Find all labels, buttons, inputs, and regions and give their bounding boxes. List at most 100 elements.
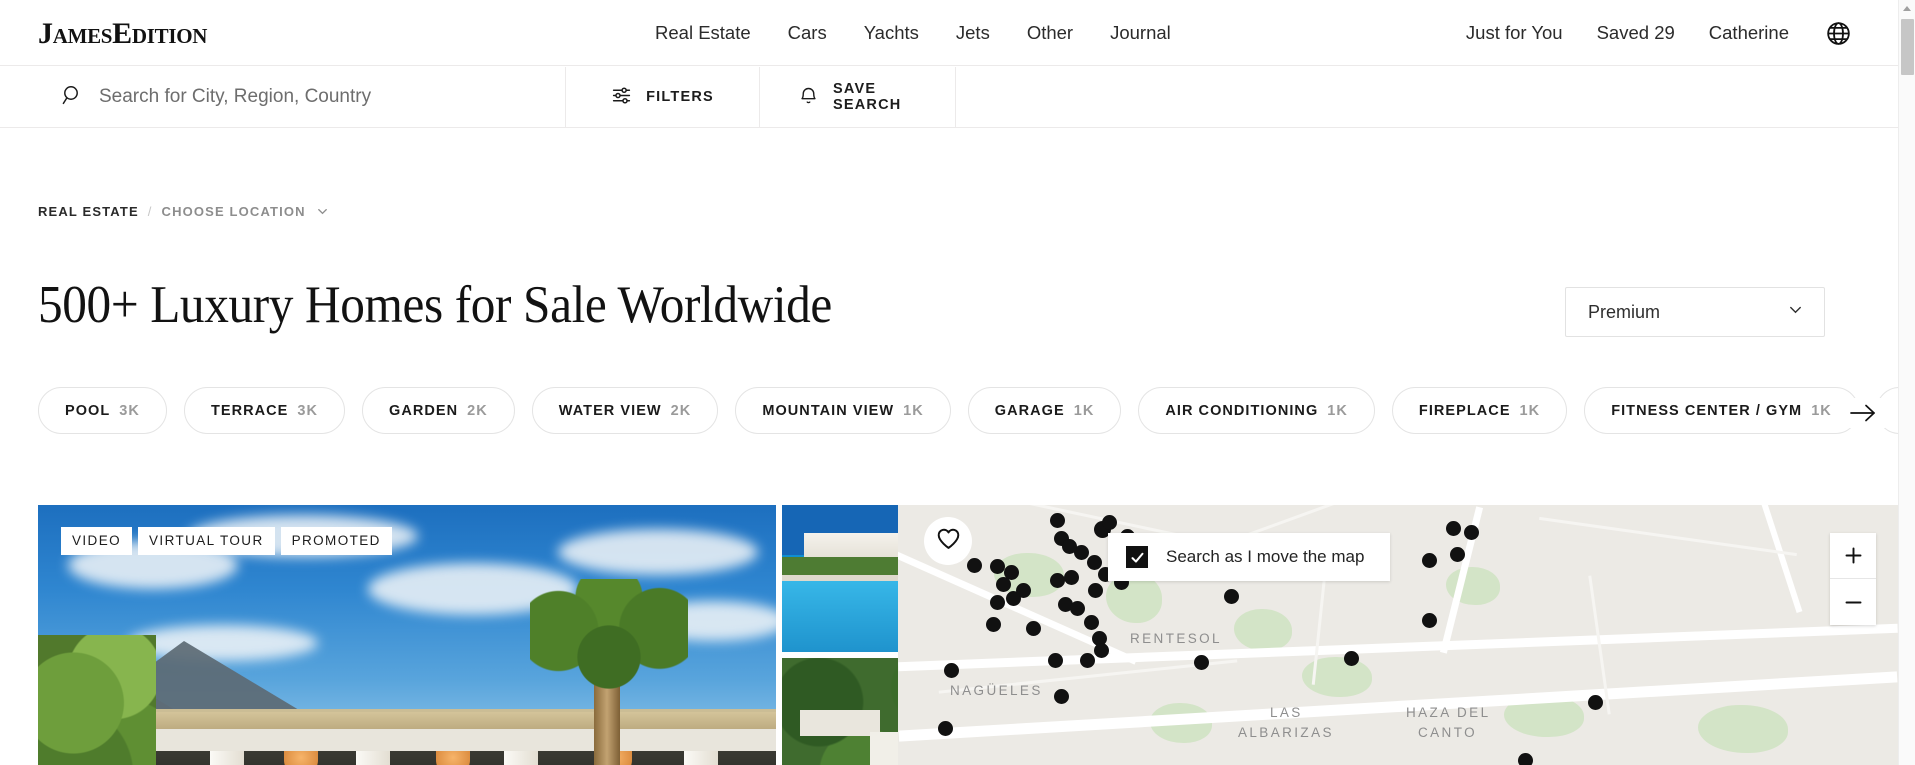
- map-marker[interactable]: [1070, 601, 1085, 616]
- map-marker[interactable]: [1422, 613, 1437, 628]
- chip-count: 1K: [903, 402, 924, 419]
- scrollbar-thumb[interactable]: [1901, 19, 1914, 75]
- map-label-rentesol: RENTESOL: [1130, 631, 1222, 646]
- chip-label: GARDEN: [389, 402, 459, 419]
- map-marker[interactable]: [1054, 689, 1069, 704]
- filters-button[interactable]: FILTERS: [566, 67, 760, 127]
- chip-label: AIR CONDITIONING: [1165, 402, 1319, 419]
- listing-hero-image[interactable]: VIDEO VIRTUAL TOUR PROMOTED: [38, 505, 776, 765]
- chip-label: TERRACE: [210, 402, 289, 419]
- page-scrollbar[interactable]: [1898, 0, 1915, 765]
- chip-label: MOUNTAIN VIEW: [762, 402, 895, 419]
- chevron-down-icon[interactable]: [315, 204, 330, 219]
- map-marker[interactable]: [1446, 521, 1461, 536]
- saved-items-link[interactable]: Saved 29: [1597, 22, 1675, 44]
- sort-dropdown[interactable]: Premium: [1565, 287, 1825, 337]
- map-marker[interactable]: [990, 559, 1005, 574]
- nav-item-journal[interactable]: Journal: [1110, 22, 1171, 44]
- map-marker[interactable]: [1422, 553, 1437, 568]
- filter-chip-fireplace[interactable]: FIREPLACE 1K: [1391, 387, 1568, 434]
- listing-badges: VIDEO VIRTUAL TOUR PROMOTED: [61, 527, 392, 556]
- villa-column: [210, 751, 244, 765]
- map-marker[interactable]: [1004, 565, 1019, 580]
- map-marker[interactable]: [1094, 643, 1109, 658]
- map-marker[interactable]: [1080, 653, 1095, 668]
- chip-label: WATER VIEW: [558, 402, 662, 419]
- map-park-area: [1234, 609, 1292, 651]
- chip-count: 1K: [1519, 402, 1541, 419]
- map-marker[interactable]: [1450, 547, 1465, 562]
- chip-label: GARAGE: [994, 402, 1065, 419]
- chip-count: 1K: [1811, 402, 1832, 419]
- favorite-button[interactable]: [924, 517, 972, 565]
- nav-item-other[interactable]: Other: [1027, 22, 1073, 44]
- filter-chip-terrace[interactable]: TERRACE 3K: [183, 387, 346, 434]
- check-icon[interactable]: [1126, 546, 1148, 568]
- filter-chip-mountain-view[interactable]: MOUNTAIN VIEW 1K: [735, 387, 951, 434]
- page-title: 500+ Luxury Homes for Sale Worldwide: [38, 276, 832, 334]
- nav-item-real-estate[interactable]: Real Estate: [655, 22, 751, 44]
- map-marker[interactable]: [1224, 589, 1239, 604]
- map-marker[interactable]: [1064, 570, 1079, 585]
- map-marker[interactable]: [1050, 573, 1065, 588]
- chip-count: 3K: [297, 402, 319, 419]
- map-marker[interactable]: [1084, 615, 1099, 630]
- badge-virtual-tour[interactable]: VIRTUAL TOUR: [138, 527, 275, 556]
- results-map[interactable]: RENTESOL NAGÜELES LAS ALBARIZAS HAZA DEL…: [898, 505, 1898, 765]
- nav-item-cars[interactable]: Cars: [788, 22, 827, 44]
- map-marker[interactable]: [1194, 655, 1209, 670]
- map-marker[interactable]: [1050, 513, 1065, 528]
- filter-chip-garage[interactable]: GARAGE 1K: [967, 387, 1122, 434]
- map-marker[interactable]: [944, 663, 959, 678]
- map-marker[interactable]: [1062, 539, 1077, 554]
- user-navigation: Just for You Saved 29 Catherine: [1466, 0, 1853, 66]
- primary-navigation: Real Estate Cars Yachts Jets Other Journ…: [655, 0, 1171, 66]
- breadcrumb-item-real-estate[interactable]: REAL ESTATE: [38, 204, 139, 219]
- search-as-i-move-toggle[interactable]: Search as I move the map: [1108, 533, 1391, 581]
- map-road: [1539, 516, 1797, 557]
- map-marker[interactable]: [1088, 583, 1103, 598]
- thumb-house-shape: [800, 710, 880, 736]
- zoom-out-button[interactable]: [1830, 579, 1876, 625]
- search-bar: Search for City, Region, Country FILTERS…: [0, 67, 1898, 128]
- badge-video[interactable]: VIDEO: [61, 527, 133, 556]
- filter-chip-water-view[interactable]: WATER VIEW 2K: [531, 387, 719, 434]
- map-marker[interactable]: [938, 721, 953, 736]
- filter-chip-air-conditioning[interactable]: AIR CONDITIONING 1K: [1138, 387, 1375, 434]
- villa-column: [356, 751, 390, 765]
- filter-chip-garden[interactable]: GARDEN 2K: [362, 387, 515, 434]
- search-input[interactable]: Search for City, Region, Country: [0, 67, 566, 127]
- map-label-haza-del: HAZA DEL: [1406, 705, 1491, 720]
- filters-label: FILTERS: [646, 89, 714, 105]
- map-marker[interactable]: [1518, 753, 1533, 765]
- map-marker[interactable]: [1048, 653, 1063, 668]
- site-logo[interactable]: JamesEdition: [38, 19, 207, 49]
- map-marker[interactable]: [1344, 651, 1359, 666]
- map-marker[interactable]: [1102, 515, 1117, 530]
- nav-item-jets[interactable]: Jets: [956, 22, 990, 44]
- save-search-button[interactable]: SAVE SEARCH: [760, 67, 956, 127]
- account-name-link[interactable]: Catherine: [1709, 22, 1789, 44]
- cloud-shape: [558, 529, 758, 575]
- breadcrumb-item-choose-location[interactable]: CHOOSE LOCATION: [162, 204, 306, 219]
- map-marker[interactable]: [967, 558, 982, 573]
- map-marker[interactable]: [1588, 695, 1603, 710]
- chip-count: 2K: [670, 402, 692, 419]
- map-park-area: [1698, 705, 1788, 753]
- arrow-right-icon[interactable]: [1841, 398, 1885, 428]
- map-marker[interactable]: [1026, 621, 1041, 636]
- map-marker[interactable]: [986, 617, 1001, 632]
- filter-chip-fitness-center-gym[interactable]: FITNESS CENTER / GYM 1K: [1584, 387, 1859, 434]
- zoom-in-button[interactable]: [1830, 533, 1876, 579]
- map-marker[interactable]: [990, 595, 1005, 610]
- just-for-you-link[interactable]: Just for You: [1466, 22, 1563, 44]
- nav-item-yachts[interactable]: Yachts: [864, 22, 919, 44]
- globe-icon[interactable]: [1823, 18, 1853, 48]
- chip-count: 3K: [119, 402, 140, 419]
- filter-chip-pool[interactable]: POOL 3K: [38, 387, 167, 434]
- scroll-up-arrow-icon[interactable]: [1899, 0, 1915, 17]
- map-marker[interactable]: [1016, 583, 1031, 598]
- save-search-label: SAVE SEARCH: [833, 81, 902, 113]
- heart-icon: [936, 527, 961, 555]
- map-marker[interactable]: [1464, 525, 1479, 540]
